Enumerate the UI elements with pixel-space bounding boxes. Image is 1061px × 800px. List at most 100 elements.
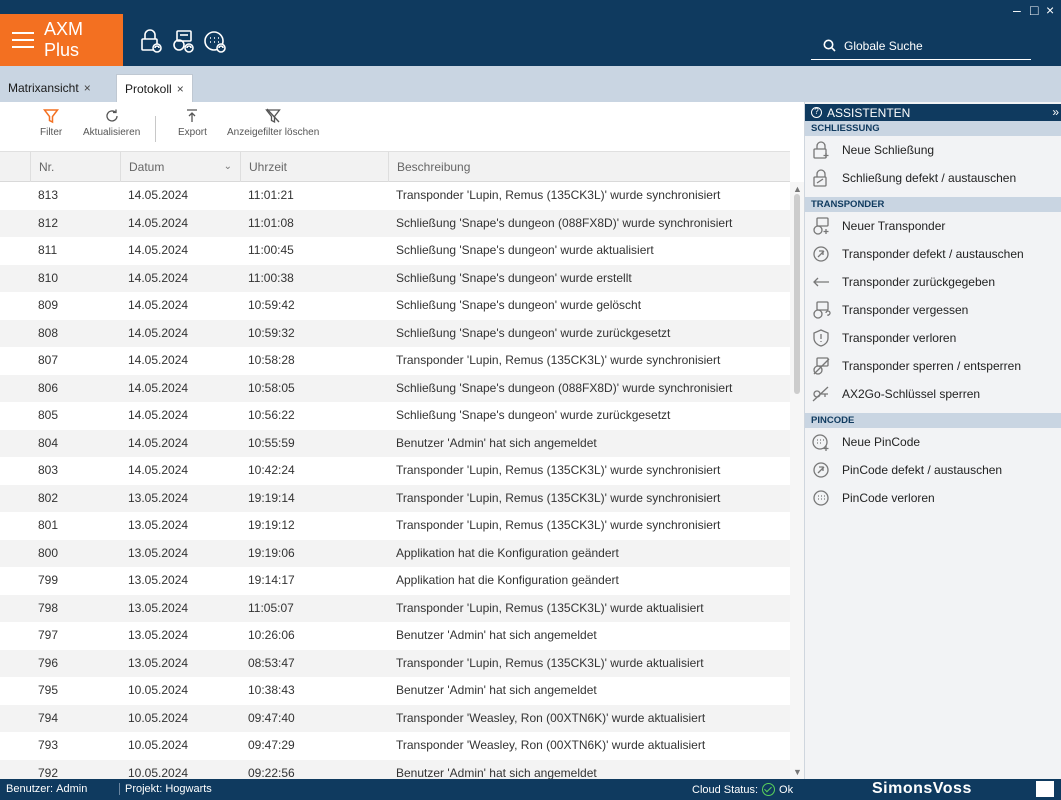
cell-time: 19:19:06 xyxy=(248,545,295,560)
cell-date: 10.05.2024 xyxy=(128,683,189,697)
cell-description: Benutzer 'Admin' hat sich angemeldet xyxy=(396,683,597,697)
close-window-button[interactable]: × xyxy=(1046,2,1054,18)
assistant-item[interactable]: Transponder sperren / entsperren xyxy=(805,352,1061,380)
cloud-label: Cloud Status: xyxy=(692,783,759,796)
assistant-item[interactable]: Neuer Transponder xyxy=(805,212,1061,240)
assistant-item[interactable]: AX2Go-Schlüssel sperren xyxy=(805,380,1061,408)
minimize-button[interactable]: – xyxy=(1013,2,1021,18)
table-row[interactable]: 802 13.05.2024 19:19:14 Transponder 'Lupin,… xyxy=(0,484,790,512)
table-row[interactable]: 793 10.05.2024 09:47:29 Transponder 'Weasle… xyxy=(0,732,790,760)
assistant-item[interactable]: Transponder verloren xyxy=(805,324,1061,352)
toolbar: Filter Aktualisieren Export Anzeigefilte… xyxy=(0,102,790,152)
column-header-uhrzeit[interactable]: Uhrzeit xyxy=(240,152,380,182)
lock-add-icon xyxy=(811,140,831,160)
cell-time: 11:00:45 xyxy=(248,243,294,257)
column-header-datum[interactable]: Datum ⌄ xyxy=(120,152,240,182)
transponder-defect-icon xyxy=(811,244,831,264)
assistant-item[interactable]: Schließung defekt / austauschen xyxy=(805,164,1061,192)
cell-nr: 800 xyxy=(38,545,59,560)
scroll-thumb[interactable] xyxy=(794,194,800,394)
export-button[interactable]: Export xyxy=(178,108,207,138)
table-row[interactable]: 812 14.05.2024 11:01:08 Schließung 'Snape's… xyxy=(0,209,790,237)
lock-sync-icon[interactable] xyxy=(138,28,164,54)
table-row[interactable]: 798 13.05.2024 11:05:07 Transponder 'Lupin,… xyxy=(0,594,790,622)
assistant-item[interactable]: PinCode defekt / austauschen xyxy=(805,456,1061,484)
assistant-item[interactable]: Neue Schließung xyxy=(805,136,1061,164)
assistant-item[interactable]: Transponder zurückgegeben xyxy=(805,268,1061,296)
scroll-down-icon[interactable]: ▼ xyxy=(793,767,802,777)
app-title: AXM Plus xyxy=(44,19,84,60)
table-row[interactable]: 810 14.05.2024 11:00:38 Schließung 'Snape's… xyxy=(0,264,790,292)
transponder-sync-icon[interactable] xyxy=(170,28,196,54)
cell-description: Transponder 'Lupin, Remus (135CK3L)' wur… xyxy=(396,600,704,615)
maximize-button[interactable]: □ xyxy=(1030,2,1038,18)
tab-bar: Matrixansicht × Protokoll × xyxy=(0,66,1061,102)
table-row[interactable]: 794 10.05.2024 09:47:40 Transponder 'Weasle… xyxy=(0,704,790,732)
table-row[interactable]: 813 14.05.2024 11:01:21 Transponder 'Lupin,… xyxy=(0,182,790,210)
cell-description: Applikation hat die Konfiguration geände… xyxy=(396,545,619,560)
vertical-scrollbar[interactable]: ▲ ▼ xyxy=(790,182,804,779)
table-row[interactable]: 808 14.05.2024 10:59:32 Schließung 'Snape's… xyxy=(0,319,790,347)
table-row[interactable]: 807 14.05.2024 10:58:28 Transponder 'Lupin,… xyxy=(0,347,790,375)
pincode-add-icon xyxy=(811,432,831,452)
cell-nr: 803 xyxy=(38,463,59,477)
assistant-item[interactable]: Neue PinCode xyxy=(805,428,1061,456)
export-icon xyxy=(187,109,198,122)
tab-matrixansicht[interactable]: Matrixansicht × xyxy=(0,74,99,102)
table-row[interactable]: 809 14.05.2024 10:59:42 Schließung 'Snape's… xyxy=(0,292,790,320)
cell-description: Schließung 'Snape's dungeon' wurde aktua… xyxy=(396,243,654,257)
cell-description: Transponder 'Lupin, Remus (135CK3L)' wur… xyxy=(396,655,704,670)
assistant-item[interactable]: Transponder defekt / austauschen xyxy=(805,240,1061,268)
table-row[interactable]: 811 14.05.2024 11:00:45 Schließung 'Snape's… xyxy=(0,237,790,265)
assistant-item-label: Neuer Transponder xyxy=(842,219,946,233)
cell-time: 10:58:28 xyxy=(248,353,295,367)
cell-description: Transponder 'Lupin, Remus (135CK3L)' wur… xyxy=(396,490,721,505)
cell-time: 08:53:47 xyxy=(248,655,295,670)
table-row[interactable]: 806 14.05.2024 10:58:05 Schließung 'Snape's… xyxy=(0,374,790,402)
column-header-beschreibung[interactable]: Beschreibung xyxy=(388,152,790,182)
assistant-item-label: PinCode verloren xyxy=(842,491,935,505)
status-bar: Benutzer: Admin Projekt: Hogwarts Cloud … xyxy=(0,779,1061,800)
cell-nr: 810 xyxy=(38,270,59,285)
clear-filter-icon xyxy=(265,108,281,124)
cell-nr: 801 xyxy=(38,518,59,532)
table-row[interactable]: 800 13.05.2024 19:19:06 Applikation hat die… xyxy=(0,539,790,567)
table-row[interactable]: 801 13.05.2024 19:19:12 Transponder 'Lupin,… xyxy=(0,512,790,540)
table-row[interactable]: 795 10.05.2024 10:38:43 Benutzer 'Admin' ha… xyxy=(0,677,790,705)
clear-filter-button[interactable]: Anzeigefilter löschen xyxy=(227,108,319,138)
cell-date: 14.05.2024 xyxy=(128,353,189,367)
refresh-button[interactable]: Aktualisieren xyxy=(83,108,140,138)
shield-alert-icon xyxy=(811,328,831,348)
collapse-panel-icon[interactable]: » xyxy=(1052,105,1059,119)
tab-protokoll[interactable]: Protokoll × xyxy=(116,74,193,102)
assistant-item[interactable]: PinCode verloren xyxy=(805,484,1061,512)
title-bar: AXM Plus Globale Suche – □ × xyxy=(0,0,1061,66)
status-project: Projekt: Hogwarts xyxy=(119,783,212,795)
arrow-return-icon xyxy=(811,272,831,292)
sort-descending-icon: ⌄ xyxy=(223,161,232,172)
status-user: Benutzer: Admin xyxy=(6,783,87,795)
assistant-item[interactable]: Transponder vergessen xyxy=(805,296,1061,324)
column-header-nr[interactable]: Nr. xyxy=(30,152,120,182)
table-row[interactable]: 796 13.05.2024 08:53:47 Transponder 'Lupin,… xyxy=(0,649,790,677)
tab-close-icon[interactable]: × xyxy=(84,81,91,95)
column-label: Datum xyxy=(129,160,165,174)
table-row[interactable]: 804 14.05.2024 10:55:59 Benutzer 'Admin' ha… xyxy=(0,429,790,457)
table-row[interactable]: 799 13.05.2024 19:14:17 Applikation hat die… xyxy=(0,567,790,595)
filter-button[interactable]: Filter xyxy=(40,108,62,138)
pincode-sync-icon[interactable] xyxy=(202,28,228,54)
table-row[interactable]: 803 14.05.2024 10:42:24 Transponder 'Lupin,… xyxy=(0,457,790,485)
table-row[interactable]: 792 10.05.2024 09:22:56 Benutzer 'Admin' ha… xyxy=(0,759,790,779)
cell-nr: 795 xyxy=(38,683,59,697)
global-search-input[interactable]: Globale Suche xyxy=(811,32,1031,60)
app-menu-button[interactable]: AXM Plus xyxy=(0,14,123,66)
scroll-up-icon[interactable]: ▲ xyxy=(793,184,802,194)
cell-nr: 793 xyxy=(38,738,59,752)
table-row[interactable]: 797 13.05.2024 10:26:06 Benutzer 'Admin' ha… xyxy=(0,622,790,650)
assistants-title: ASSISTENTEN xyxy=(827,105,911,120)
assistant-item-label: Transponder defekt / austauschen xyxy=(842,247,1024,261)
cell-nr: 807 xyxy=(38,353,59,367)
tab-close-icon[interactable]: × xyxy=(177,82,184,96)
cell-nr: 813 xyxy=(38,188,59,202)
table-row[interactable]: 805 14.05.2024 10:56:22 Schließung 'Snape's… xyxy=(0,402,790,430)
